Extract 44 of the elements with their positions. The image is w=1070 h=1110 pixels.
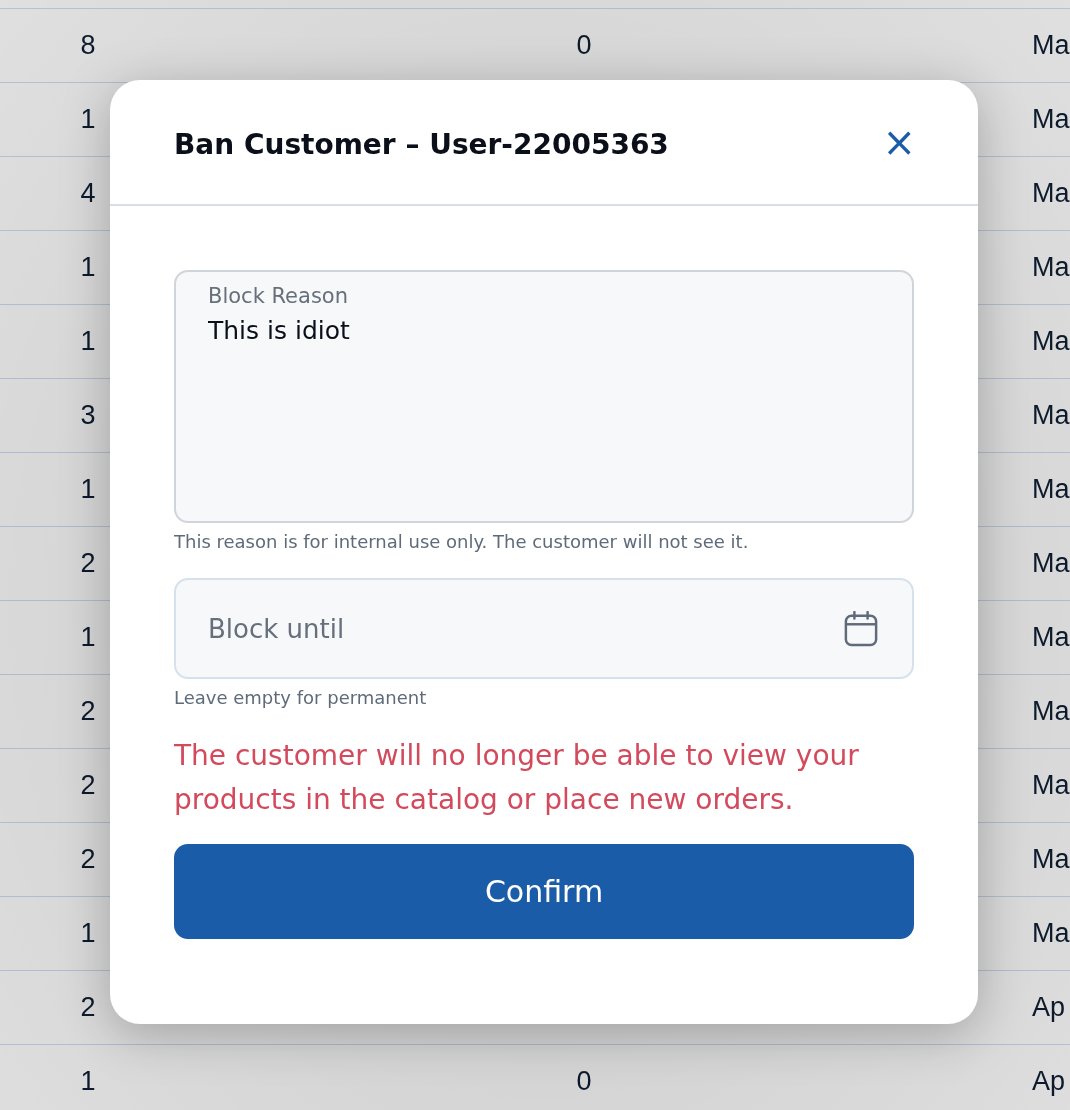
table-cell-text: 8 [79, 30, 97, 61]
date-input[interactable]: Block until [208, 613, 844, 644]
table-cell: Ma [1032, 474, 1070, 505]
table-cell-text: 4 [79, 178, 97, 209]
table-cell: 0 [576, 30, 592, 61]
close-button[interactable]: × [882, 122, 916, 162]
warning-text: The customer will no longer be able to view your products in the catalog or place new orders. [174, 738, 860, 818]
table-cell: Ma [1032, 548, 1070, 579]
table-cell: Ma [1032, 326, 1070, 357]
table-cell: Ma [1032, 252, 1070, 283]
table-cell: Ma [1032, 696, 1070, 727]
helper-text: This reason is for internal use only. The customer will not see it. [174, 531, 750, 552]
date-field[interactable]: Block until [174, 578, 914, 679]
reason-field[interactable]: Block Reason This is idiot [174, 270, 914, 523]
table-cell: 0 [576, 1066, 592, 1097]
table-cell-text: 2 [79, 992, 97, 1023]
table-cell: Ma [1032, 622, 1070, 653]
table-cell: Ma [1032, 104, 1070, 135]
table-cell-text: 2 [79, 844, 97, 875]
table-cell-text: 1 [79, 622, 97, 653]
helper-text: Leave empty for permanent [174, 687, 428, 708]
table-cell: Ma [1032, 178, 1070, 209]
table-cell-text: Ap [1032, 992, 1067, 1023]
table-cell: Ma [1032, 918, 1070, 949]
table-cell-text: 1 [79, 104, 97, 135]
table-cell-text: 2 [79, 770, 97, 801]
table-cell-text: 1 [79, 326, 97, 357]
table-cell-text: 1 [79, 474, 97, 505]
reason-text-area[interactable]: This is idiot [208, 316, 880, 509]
table-cell: Ma [1032, 30, 1070, 61]
field-label: Block Reason [208, 284, 348, 308]
table-cell-text: 1 [79, 252, 97, 283]
table-cell-text: 2 [79, 548, 97, 579]
table-cell: Ma [1032, 770, 1070, 801]
table-cell-text: 2 [79, 696, 97, 727]
table-cell: Ma [1032, 400, 1070, 431]
calendar-icon[interactable] [844, 610, 878, 647]
table-cell: Ma [1032, 844, 1070, 875]
table-cell-text: 1 [79, 918, 97, 949]
confirm-button[interactable]: Confirm [174, 844, 914, 939]
table-cell-text: 3 [79, 400, 97, 431]
dialog-title: Ban Customer – User-22005363 [174, 126, 669, 161]
table-cell-text: Ap [1032, 1066, 1067, 1097]
table-cell-text: 1 [79, 1066, 97, 1097]
